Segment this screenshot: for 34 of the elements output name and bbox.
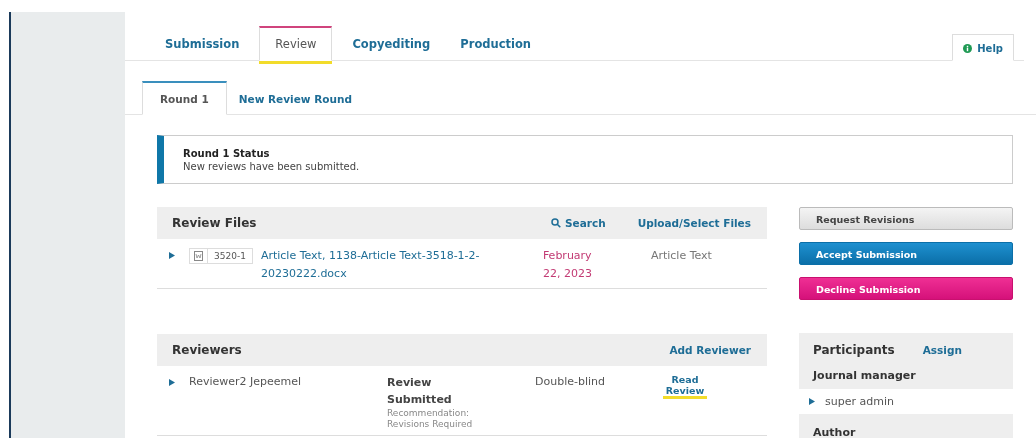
status-title: Round 1 Status [183,148,271,159]
upload-link[interactable]: Upload/Select Files [637,217,751,229]
participant-name: super admin [825,395,894,408]
tab[interactable]: Production [450,25,542,60]
file-date: February 22, 2023 [542,248,593,282]
panel-title: Reviewers [172,343,243,357]
role-heading: Journal manager [811,368,917,384]
read-review-link[interactable]: Read Review [663,374,707,396]
assign-link[interactable]: Assign [922,344,962,356]
status-message: New reviews have been submitted. [183,161,361,172]
tab[interactable]: Copyediting [342,25,441,60]
search-link[interactable]: Search [551,217,606,229]
search-icon [551,218,561,228]
round-tab[interactable]: New Review Round [226,83,364,114]
add-reviewer-link[interactable]: Add Reviewer [669,344,751,356]
file-type: Article Text [650,248,712,264]
help-tab[interactable]: Help [952,34,1014,61]
reviewer-name: Reviewer2 Jepeemel [189,374,303,390]
file-link[interactable]: Article Text, 1138-Article Text-3518-1-2-20230222.docx [260,247,531,283]
file-id: 3520-1 [213,250,247,263]
panel-title: Participants [813,343,895,357]
tab[interactable]: Review [259,26,333,61]
decision-button[interactable]: Accept Submission [799,242,1013,265]
panel-title: Review Files [172,216,258,230]
participant-item[interactable]: super admin [799,389,1013,414]
decision-button[interactable]: Decline Submission [799,277,1013,300]
info-icon [963,44,973,53]
recommendation: Recommendation: Revisions Required [387,408,474,430]
round-tab[interactable]: Round 1 [142,81,227,115]
review-method: Double-blind [535,374,606,390]
tab[interactable]: Submission [155,25,250,60]
review-status: Review Submitted [387,375,453,408]
role-heading: Author [812,425,857,438]
decision-button[interactable]: Request Revisions [799,207,1013,230]
